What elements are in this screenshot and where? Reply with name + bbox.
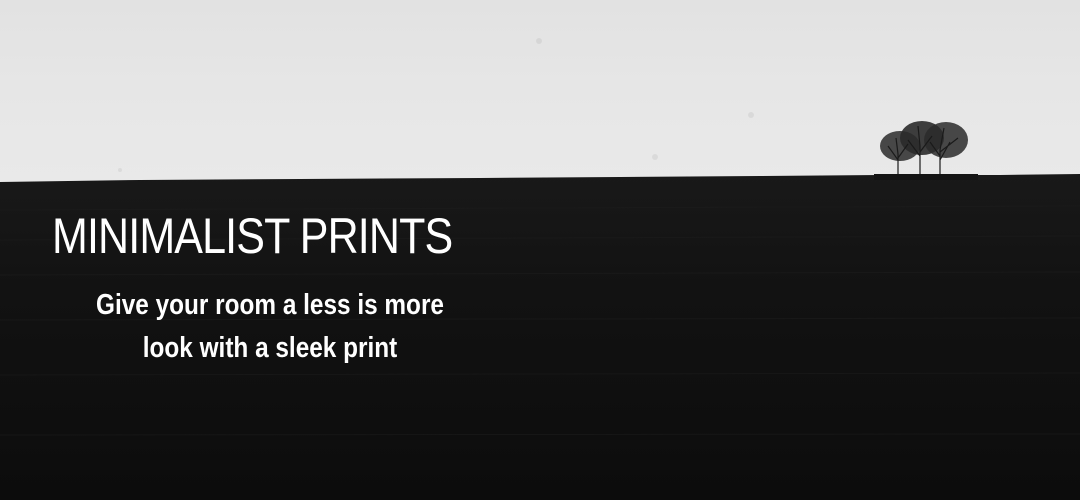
sky-speck (536, 38, 542, 44)
banner-subtext-line-1: Give your room a less is more (96, 289, 444, 321)
banner-headline: MINIMALIST PRINTS (52, 208, 453, 264)
banner-subtext: Give your room a less is more look with … (77, 284, 463, 370)
sky-speck (748, 112, 754, 118)
sky-speck (652, 154, 658, 160)
minimalist-prints-banner[interactable]: MINIMALIST PRINTS Give your room a less … (0, 0, 1080, 500)
tree-cluster-icon (874, 121, 978, 180)
banner-subtext-line-2: look with a sleek print (142, 332, 398, 364)
